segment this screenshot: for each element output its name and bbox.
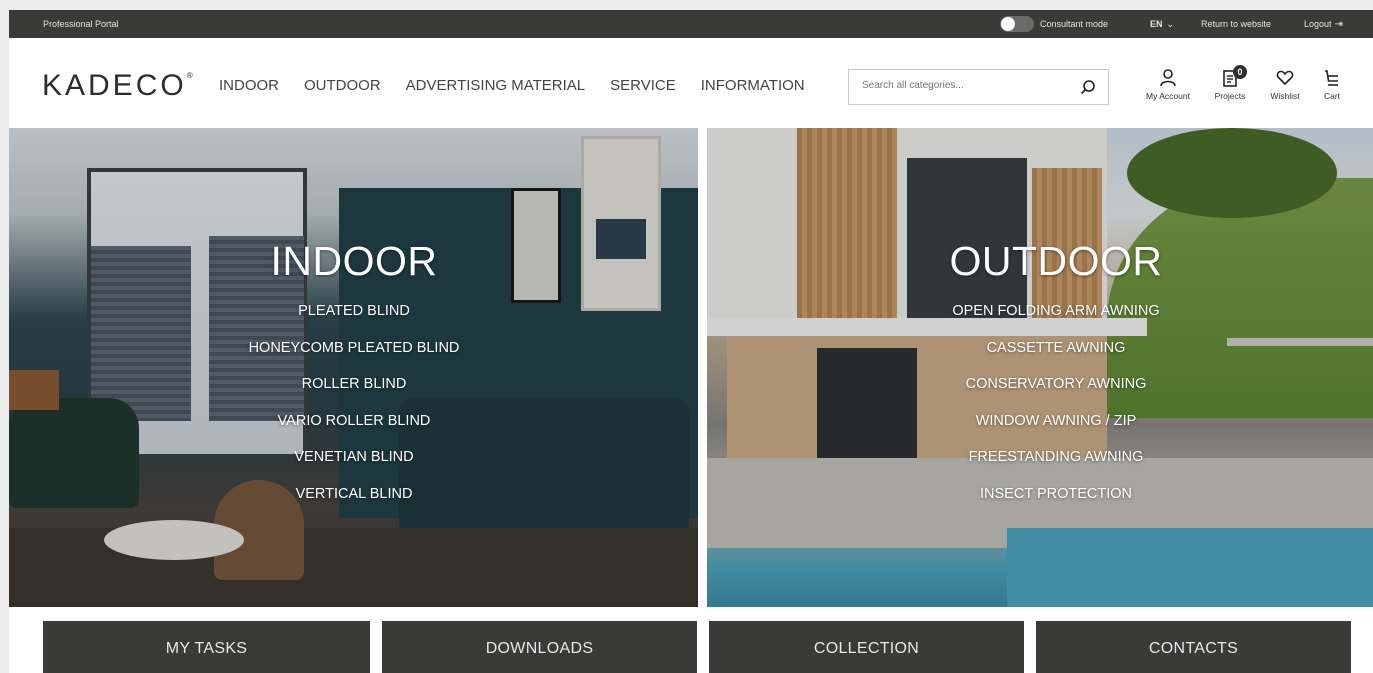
kadeco-logo[interactable]: KADECO®: [42, 69, 193, 103]
projects-button[interactable]: 0 Projects: [1208, 65, 1252, 101]
header: KADECO® INDOOR OUTDOOR ADVERTISING MATER…: [9, 38, 1373, 128]
indoor-link-vario-roller-blind[interactable]: VARIO ROLLER BLIND: [204, 411, 504, 448]
indoor-link-honeycomb-pleated-blind[interactable]: HONEYCOMB PLEATED BLIND: [204, 338, 504, 375]
indoor-category-list: PLEATED BLIND HONEYCOMB PLEATED BLIND RO…: [204, 301, 504, 521]
toggle-knob: [1001, 17, 1015, 31]
nav-item-indoor[interactable]: INDOOR: [219, 77, 279, 94]
downloads-button[interactable]: DOWNLOADS: [382, 621, 697, 673]
top-bar: Professional Portal Consultant mode EN ⌄ …: [9, 10, 1373, 38]
logo-text: KADECO: [42, 69, 187, 102]
indoor-link-pleated-blind[interactable]: PLEATED BLIND: [204, 301, 504, 338]
indoor-title[interactable]: INDOOR: [204, 238, 504, 285]
consultant-mode-label: Consultant mode: [1040, 19, 1109, 29]
nav-item-information[interactable]: INFORMATION: [701, 77, 805, 94]
indoor-link-venetian-blind[interactable]: VENETIAN BLIND: [204, 447, 504, 484]
contacts-button[interactable]: CONTACTS: [1036, 621, 1351, 673]
consultant-mode-toggle[interactable]: [1000, 16, 1034, 32]
outdoor-link-conservatory-awning[interactable]: CONSERVATORY AWNING: [906, 374, 1206, 411]
wishlist-label: Wishlist: [1270, 91, 1300, 101]
indoor-hero-panel[interactable]: INDOOR PLEATED BLIND HONEYCOMB PLEATED B…: [9, 128, 698, 607]
projects-count-badge: 0: [1233, 65, 1247, 79]
portal-label: Professional Portal: [43, 19, 119, 29]
outdoor-link-freestanding-awning[interactable]: FREESTANDING AWNING: [906, 447, 1206, 484]
my-account-button[interactable]: My Account: [1138, 68, 1198, 101]
indoor-hero-text: INDOOR PLEATED BLIND HONEYCOMB PLEATED B…: [204, 238, 504, 521]
page: Professional Portal Consultant mode EN ⌄ …: [9, 10, 1373, 673]
projects-label: Projects: [1214, 91, 1246, 101]
outdoor-hero-panel[interactable]: OUTDOOR OPEN FOLDING ARM AWNING CASSETTE…: [707, 128, 1373, 607]
wishlist-button[interactable]: Wishlist: [1263, 68, 1307, 101]
search-icon[interactable]: [1080, 79, 1096, 95]
indoor-link-roller-blind[interactable]: ROLLER BLIND: [204, 374, 504, 411]
user-icon: [1160, 69, 1176, 87]
outdoor-title[interactable]: OUTDOOR: [906, 238, 1206, 285]
outdoor-link-open-folding-arm-awning[interactable]: OPEN FOLDING ARM AWNING: [906, 301, 1206, 338]
nav-item-advertising-material[interactable]: ADVERTISING MATERIAL: [406, 77, 585, 94]
heart-icon: [1276, 70, 1294, 86]
outdoor-link-window-awning-zip[interactable]: WINDOW AWNING / ZIP: [906, 411, 1206, 448]
nav-item-service[interactable]: SERVICE: [610, 77, 676, 94]
return-to-website-link[interactable]: Return to website: [1201, 19, 1271, 29]
language-label: EN: [1150, 19, 1163, 29]
outdoor-hero-text: OUTDOOR OPEN FOLDING ARM AWNING CASSETTE…: [906, 238, 1206, 521]
outdoor-link-cassette-awning[interactable]: CASSETTE AWNING: [906, 338, 1206, 375]
logout-icon: ⇥: [1334, 19, 1343, 30]
language-selector[interactable]: EN ⌄: [1150, 19, 1174, 30]
outdoor-link-insect-protection[interactable]: INSECT PROTECTION: [906, 484, 1206, 521]
search-box: [848, 69, 1109, 105]
my-tasks-button[interactable]: MY TASKS: [43, 621, 370, 673]
collection-button[interactable]: COLLECTION: [709, 621, 1024, 673]
logout-link[interactable]: Logout ⇥: [1304, 19, 1343, 30]
nav-item-outdoor[interactable]: OUTDOOR: [304, 77, 381, 94]
cart-icon: [1325, 70, 1338, 86]
logout-label: Logout: [1304, 19, 1332, 29]
cart-button[interactable]: Cart: [1314, 68, 1350, 101]
search-input[interactable]: [862, 80, 1072, 91]
logo-mark: ®: [186, 71, 193, 80]
chevron-down-icon: ⌄: [1166, 19, 1175, 29]
outdoor-category-list: OPEN FOLDING ARM AWNING CASSETTE AWNING …: [906, 301, 1206, 521]
main-nav: INDOOR OUTDOOR ADVERTISING MATERIAL SERV…: [219, 77, 805, 94]
indoor-link-vertical-blind[interactable]: VERTICAL BLIND: [204, 484, 504, 521]
cart-label: Cart: [1323, 91, 1341, 101]
my-account-label: My Account: [1146, 91, 1190, 101]
